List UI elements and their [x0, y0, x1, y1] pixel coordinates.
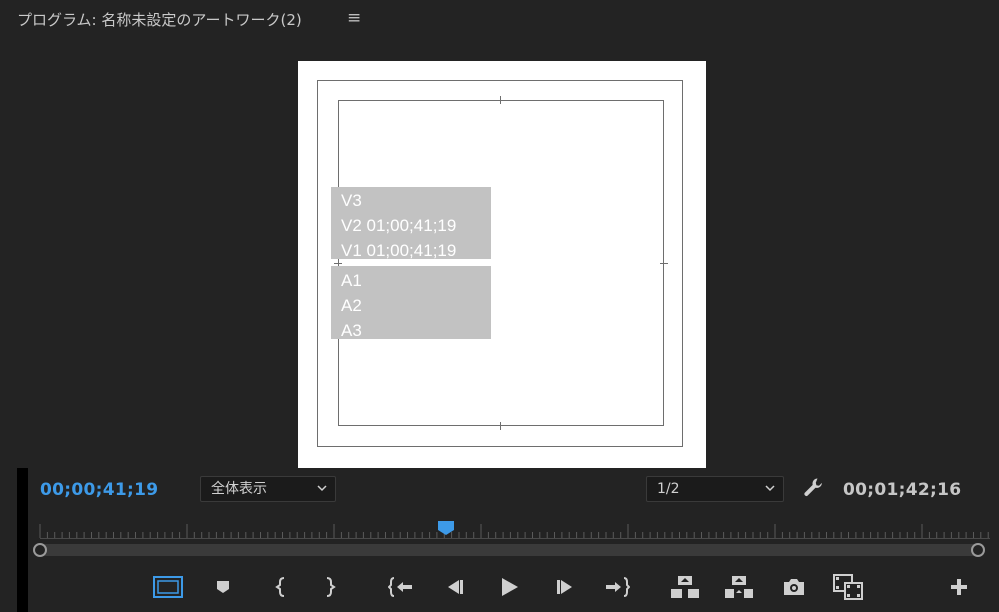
- panel-menu-icon[interactable]: ≡: [347, 8, 361, 28]
- title-safe-margin: [338, 100, 664, 426]
- safe-margin-tick: [660, 263, 668, 264]
- compare-view-icon: [833, 574, 863, 600]
- time-ruler[interactable]: [30, 512, 999, 540]
- track-overlay-line: V1 01;00;41;19: [341, 241, 457, 260]
- safe-margins-button[interactable]: [153, 572, 183, 602]
- chevron-down-icon: [317, 485, 327, 492]
- playback-resolution-select[interactable]: 1/2: [646, 476, 784, 502]
- video-frame: V3 V2 01;00;41;19 V1 01;00;41;19 A1 A2 A…: [298, 61, 706, 468]
- safe-margin-tick: [500, 422, 501, 430]
- go-to-out-button[interactable]: [602, 572, 632, 602]
- extract-button[interactable]: [724, 572, 754, 602]
- safe-margin-tick: [334, 263, 342, 264]
- playhead-marker[interactable]: [437, 520, 455, 536]
- video-track-overlay: V3 V2 01;00;41;19 V1 01;00;41;19: [331, 187, 491, 260]
- playback-resolution-value: 1/2: [657, 481, 680, 497]
- zoom-level-value: 全体表示: [211, 481, 267, 497]
- ruler-ticks: [39, 524, 989, 538]
- go-to-out-icon: [606, 577, 630, 597]
- track-overlay-line: V2 01;00;41;19: [341, 216, 457, 235]
- mark-in-icon: [275, 577, 285, 597]
- mark-in-button[interactable]: [266, 572, 296, 602]
- mark-out-icon: [326, 577, 336, 597]
- add-marker-button[interactable]: [208, 572, 238, 602]
- button-editor-icon: [951, 579, 967, 595]
- program-monitor-viewer[interactable]: V3 V2 01;00;41;19 V1 01;00;41;19 A1 A2 A…: [0, 38, 999, 468]
- compare-view-button[interactable]: [833, 572, 863, 602]
- scrollbar-track[interactable]: [40, 544, 980, 556]
- add-marker-icon: [217, 581, 229, 593]
- mark-out-button[interactable]: [315, 572, 345, 602]
- step-back-icon: [448, 580, 463, 594]
- extract-icon: [725, 576, 753, 598]
- lift-icon: [671, 576, 699, 598]
- playhead-timecode[interactable]: 00;00;41;19: [40, 480, 158, 500]
- safe-margin-tick: [500, 96, 501, 104]
- track-overlay-line: A1: [341, 271, 362, 290]
- track-overlay-line: A3: [341, 321, 362, 340]
- scrollbar-start-handle[interactable]: [33, 543, 47, 557]
- button-editor-button[interactable]: [944, 572, 974, 602]
- export-frame-icon: [784, 579, 804, 595]
- panel-header: プログラム: 名称未設定のアートワーク(2) ≡: [0, 0, 999, 38]
- step-forward-button[interactable]: [550, 572, 580, 602]
- track-overlay-line: V3: [341, 191, 362, 210]
- ruler-baseline: [40, 538, 990, 539]
- audio-track-overlay: A1 A2 A3: [331, 266, 491, 340]
- play-button[interactable]: [494, 572, 524, 602]
- panel-title[interactable]: プログラム: 名称未設定のアートワーク(2): [17, 9, 302, 30]
- step-back-button[interactable]: [440, 572, 470, 602]
- transport-controls: [0, 568, 999, 608]
- lift-button[interactable]: [670, 572, 700, 602]
- zoom-scrollbar[interactable]: [30, 540, 992, 560]
- go-to-in-icon: [388, 577, 412, 597]
- export-frame-button[interactable]: [779, 572, 809, 602]
- track-overlay-line: A2: [341, 296, 362, 315]
- zoom-level-select[interactable]: 全体表示: [200, 476, 336, 502]
- wrench-icon[interactable]: [802, 476, 826, 500]
- scrollbar-end-handle[interactable]: [971, 543, 985, 557]
- go-to-in-button[interactable]: [386, 572, 416, 602]
- step-forward-icon: [557, 580, 572, 594]
- safe-margins-icon: [153, 576, 183, 598]
- duration-timecode: 00;01;42;16: [843, 480, 962, 500]
- play-icon: [502, 578, 518, 596]
- chevron-down-icon: [765, 485, 775, 492]
